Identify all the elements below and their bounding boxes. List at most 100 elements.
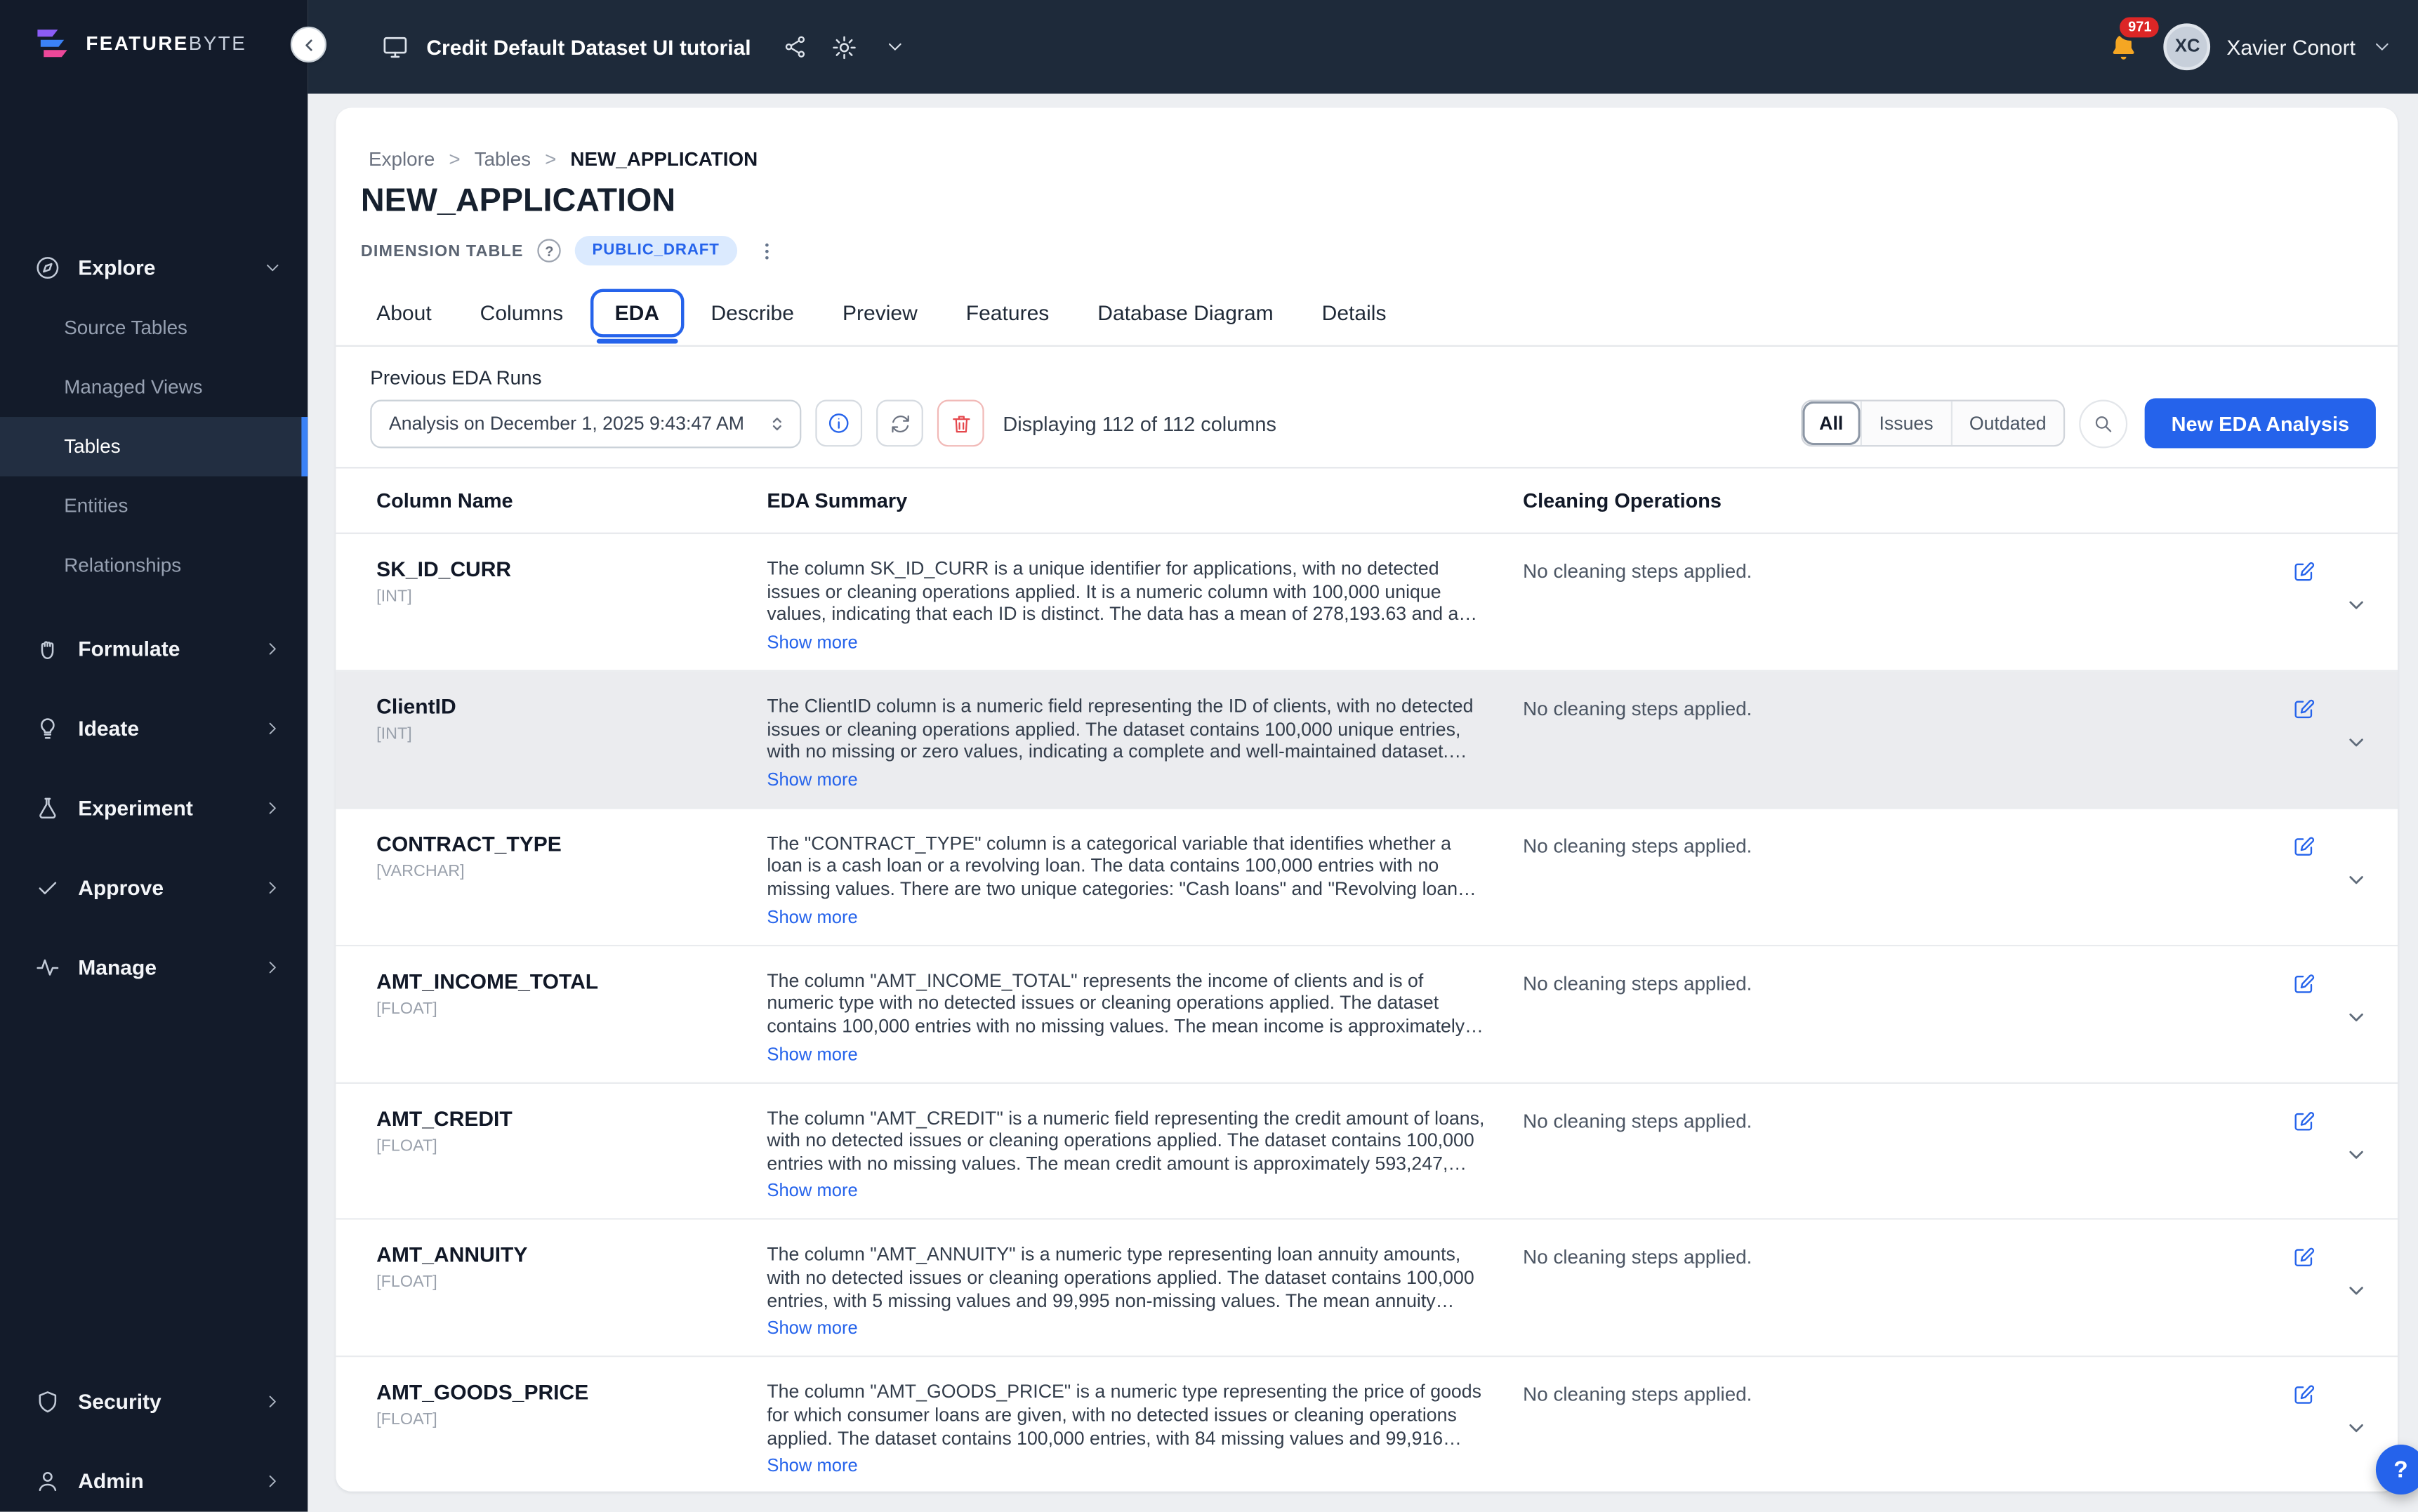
sidebar-item-entities[interactable]: Entities [0,477,308,536]
notifications-bell-icon[interactable]: 971 [2099,22,2148,72]
filter-issues[interactable]: Issues [1861,402,1950,445]
edit-icon[interactable] [2292,1383,2317,1408]
tab-features[interactable]: Features [966,301,1050,324]
tab-database-diagram[interactable]: Database Diagram [1097,301,1273,324]
edit-icon[interactable] [2292,1245,2317,1271]
eda-controls: Analysis on December 1, 2025 9:43:47 AM … [336,398,2398,467]
sidebar-item-relationships[interactable]: Relationships [0,536,308,595]
header-column-name: Column Name [336,468,767,532]
info-button[interactable] [815,400,862,447]
notification-count-badge: 971 [2118,14,2163,41]
cleaning-operations-cell: No cleaning steps applied. [1523,969,2247,1068]
admin-user-icon [34,1467,61,1494]
tab-details[interactable]: Details [1322,301,1387,324]
column-name-cell: AMT_INCOME_TOTAL [FLOAT] [336,969,767,1068]
show-more-link[interactable]: Show more [767,908,857,927]
table-type-label: DIMENSION TABLE [361,241,524,260]
brand-text: FEATUREBYTE [86,33,246,55]
cleaning-status: No cleaning steps applied. [1523,1247,1752,1268]
filter-outdated[interactable]: Outdated [1950,402,2063,445]
sidebar-item-tables[interactable]: Tables [0,417,308,477]
cleaning-status: No cleaning steps applied. [1523,1384,1752,1406]
collapse-sidebar-button[interactable] [291,27,326,62]
status-badge: PUBLIC_DRAFT [575,236,736,265]
breadcrumb-explore[interactable]: Explore [369,148,435,170]
show-more-link[interactable]: Show more [767,634,857,653]
delete-analysis-button[interactable] [937,400,984,447]
chevron-down-icon[interactable] [2344,1005,2367,1028]
sidebar-item-source-tables[interactable]: Source Tables [0,298,308,358]
show-more-link[interactable]: Show more [767,1457,857,1476]
explore-compass-icon [34,254,61,281]
refresh-button[interactable] [876,400,923,447]
breadcrumb: Explore > Tables > NEW_APPLICATION [336,108,2398,171]
breadcrumb-tables[interactable]: Tables [475,148,531,170]
select-chevrons-icon [767,413,787,433]
sidebar-item-managed-views[interactable]: Managed Views [0,357,308,417]
chevron-down-icon[interactable] [2344,731,2367,754]
tab-preview[interactable]: Preview [843,301,918,324]
sidebar-item-experiment[interactable]: Experiment [0,776,308,839]
sidebar-item-security[interactable]: Security [0,1370,308,1432]
sidebar-item-formulate[interactable]: Formulate [0,617,308,679]
chevron-right-icon [263,717,283,738]
edit-icon[interactable] [2292,971,2317,996]
column-name: ClientID [336,695,767,718]
main-content: Explore > Tables > NEW_APPLICATION NEW_A… [308,93,2418,1511]
eda-summary-cell: The column SK_ID_CURR is a unique identi… [767,557,1523,656]
cleaning-status: No cleaning steps applied. [1523,1110,1752,1132]
previous-eda-runs-label: Previous EDA Runs [336,347,2398,398]
sidebar-item-label: Formulate [78,637,180,660]
new-eda-analysis-button[interactable]: New EDA Analysis [2145,398,2376,448]
eda-summary-text: The ClientID column is a numeric field r… [767,695,1523,764]
chevron-down-icon[interactable] [2344,1142,2367,1165]
table-detail-card: Explore > Tables > NEW_APPLICATION NEW_A… [336,108,2398,1492]
chevron-right-icon [263,877,283,897]
chevron-down-icon[interactable] [2371,36,2393,58]
settings-gear-icon[interactable] [826,28,863,65]
ideate-lightbulb-icon [34,715,61,741]
chevron-down-icon[interactable] [2344,1417,2367,1440]
user-avatar[interactable]: XC [2164,23,2211,70]
show-more-link[interactable]: Show more [767,771,857,790]
show-more-link[interactable]: Show more [767,1046,857,1065]
search-button[interactable] [2079,399,2127,447]
column-name: CONTRACT_TYPE [336,832,767,855]
filter-segmented-control: All Issues Outdated [1800,400,2065,447]
sidebar-item-ideate[interactable]: Ideate [0,696,308,759]
chevron-down-icon[interactable] [2344,593,2367,616]
show-more-link[interactable]: Show more [767,1320,857,1339]
tab-about[interactable]: About [376,301,431,324]
tab-eda[interactable]: EDA [590,289,685,338]
filter-all[interactable]: All [1802,402,1861,445]
column-name-cell: AMT_GOODS_PRICE [FLOAT] [336,1381,767,1479]
edit-icon[interactable] [2292,833,2317,858]
chevron-down-icon[interactable] [876,28,913,65]
analysis-select[interactable]: Analysis on December 1, 2025 9:43:47 AM [370,399,801,447]
sidebar-item-approve[interactable]: Approve [0,856,308,918]
help-circle-icon[interactable]: ? [538,239,561,262]
header-cleaning-operations: Cleaning Operations [1523,468,2247,532]
sidebar-item-manage[interactable]: Manage [0,936,308,998]
kebab-menu-icon[interactable] [751,238,781,263]
table-row: AMT_GOODS_PRICE [FLOAT] The column "AMT_… [336,1358,2398,1492]
edit-icon[interactable] [2292,559,2317,584]
monitor-icon [376,28,414,65]
displaying-count: Displaying 112 of 112 columns [1003,411,1276,435]
breadcrumb-separator: > [545,148,556,170]
show-more-link[interactable]: Show more [767,1183,857,1202]
cleaning-operations-cell: No cleaning steps applied. [1523,1106,2247,1205]
column-name-cell: AMT_ANNUITY [FLOAT] [336,1244,767,1342]
share-icon[interactable] [776,28,813,65]
chevron-down-icon[interactable] [2344,1280,2367,1303]
edit-icon[interactable] [2292,696,2317,722]
tab-describe[interactable]: Describe [711,301,794,324]
sidebar-item-admin[interactable]: Admin [0,1450,308,1512]
edit-icon[interactable] [2292,1108,2317,1133]
sidebar-item-explore[interactable]: Explore [0,236,308,298]
tab-columns[interactable]: Columns [480,301,564,324]
sidebar-nav: Explore Source Tables Managed Views Tabl… [0,92,308,1511]
chevron-down-icon[interactable] [2344,868,2367,891]
eda-summary-cell: The ClientID column is a numeric field r… [767,695,1523,793]
cleaning-operations-cell: No cleaning steps applied. [1523,557,2247,656]
